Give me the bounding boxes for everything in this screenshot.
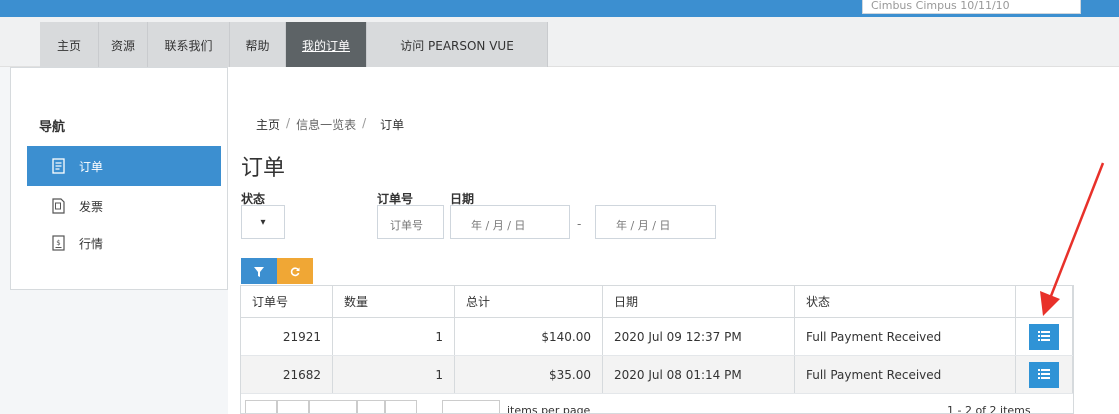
annotation-arrow bbox=[1040, 162, 1105, 316]
